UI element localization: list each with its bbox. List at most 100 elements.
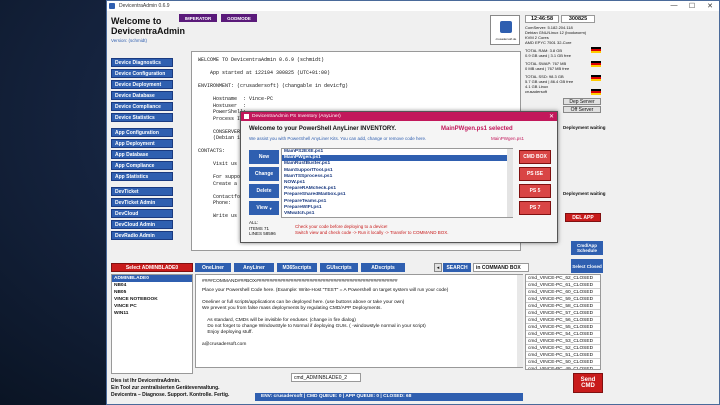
admin-list-item[interactable]: ADMINBLADE0 [112, 275, 192, 282]
search-button[interactable]: SEARCH [443, 263, 471, 272]
send-cmd-button[interactable]: Send CMD [573, 373, 603, 393]
script-list-item[interactable]: VMwatch.ps1 [282, 211, 512, 217]
version-label: Version: (schmidt) [111, 38, 148, 43]
sidebar-item-app-database[interactable]: App Database [111, 150, 173, 159]
dep-server-button[interactable]: Dep Server [563, 98, 601, 105]
footer-line: Ein Tool zur zentralisierten Geräteverwa… [111, 385, 220, 391]
clock-display: 12:46:58 [525, 15, 559, 23]
sidebar-item-devcloud-admin[interactable]: DevCloud Admin [111, 220, 173, 229]
close-icon[interactable]: ✕ [701, 2, 719, 10]
closed-list-item[interactable]: cmd_VINCE-PC_54_CLOSED [526, 331, 600, 338]
flag-icon [591, 61, 601, 67]
sidebar-item-app-configuration[interactable]: App Configuration [111, 128, 173, 137]
app-title-line1: Welcome to [111, 16, 162, 26]
script-list[interactable]: MainPS2EXE.ps1 MainPWgen.ps1 MainRustBuste… [281, 148, 513, 218]
admin-list-item[interactable]: VINCE NOTEBOOK [112, 296, 192, 303]
dialog-close-icon[interactable]: ✕ [549, 113, 554, 120]
closed-list-item[interactable]: cmd_VINCE-PC_52_CLOSED [526, 345, 600, 352]
ps5-button[interactable]: PS 5 [519, 184, 551, 198]
closed-list-item[interactable]: cmd_VINCE-PC_55_CLOSED [526, 324, 600, 331]
tab-oneliner[interactable]: OneLiner [195, 263, 231, 272]
flag-icon [591, 75, 601, 81]
tab-guiscripts[interactable]: GUIscripts [320, 263, 358, 272]
stats-lines: LINES 58596 [249, 231, 276, 236]
cmd-app-schedule-button[interactable]: Cmd/App Schedule [571, 241, 603, 255]
sidebar-item-device-diagnostics[interactable]: Device Diagnostics [111, 58, 173, 67]
ps-ise-button[interactable]: PS ISE [519, 167, 551, 181]
search-input[interactable]: in COMMAND BOX [473, 263, 529, 272]
dialog-stats: ALL: ITEMS 71 LINES 58596 [249, 220, 276, 237]
script-list-scrollbar[interactable] [507, 149, 513, 217]
closed-list-item[interactable]: cmd_VINCE-PC_62_CLOSED [526, 275, 600, 282]
closed-list-item[interactable]: cmd_VINCE-PC_49_CLOSED [526, 366, 600, 369]
footer-text: Dies ist Ihr DevicentraAdmin. Ein Tool z… [111, 378, 229, 399]
tab-anyliner[interactable]: AnyLiner [234, 263, 274, 272]
new-button[interactable]: New [249, 150, 279, 164]
dialog-subtitle: We assist you with PowerShell AnyLiner K… [249, 136, 427, 141]
select-admin-button[interactable]: Select ADMINBLADE0 [111, 263, 193, 272]
tab-m365scripts[interactable]: M365scripts [277, 263, 317, 272]
dialog-selected-small: MainPWgen.ps1 [491, 136, 525, 141]
change-button[interactable]: Change [249, 167, 279, 181]
closed-list-item[interactable]: cmd_VINCE-PC_60_CLOSED [526, 289, 600, 296]
hint-line: Switch view and check code -> Run it loc… [295, 230, 449, 235]
app-icon [109, 3, 115, 9]
cmd-admin-label: cmd_ADMINBLADE0_2 [291, 373, 361, 382]
sidebar-item-device-deployment[interactable]: Device Deployment [111, 80, 173, 89]
cmd-box-button[interactable]: CMD BOX [519, 150, 551, 164]
delete-button[interactable]: Delete [249, 184, 279, 198]
window-title: DevicentraAdmin 0.6.9 [119, 3, 170, 9]
deployment-waiting-label: Deployment waiting [563, 191, 606, 196]
closed-list-item[interactable]: cmd_VINCE-PC_58_CLOSED [526, 303, 600, 310]
tab-adscripts[interactable]: ADscripts [361, 263, 405, 272]
sidebar-item-devticket-admin[interactable]: DevTicket Admin [111, 198, 173, 207]
closed-list-item[interactable]: cmd_VINCE-PC_61_CLOSED [526, 282, 600, 289]
admin-list-item[interactable]: NB04 [112, 282, 192, 289]
view-button[interactable]: View ▾ [249, 201, 279, 215]
closed-list-item[interactable]: cmd_VINCE-PC_56_CLOSED [526, 317, 600, 324]
command-box-scrollbar[interactable] [517, 275, 523, 367]
admin-list-item[interactable]: NB05 [112, 289, 192, 296]
company-logo: crusadersoft.de [490, 15, 520, 45]
footer-line: Devicentra – Diagnose. Support. Kontroll… [111, 392, 230, 398]
sidebar-item-device-statistics[interactable]: Device Statistics [111, 113, 173, 122]
dialog-hint: Check your code before deploying to a de… [295, 224, 449, 236]
closed-list-item[interactable]: cmd_VINCE-PC_51_CLOSED [526, 352, 600, 359]
closed-list-item[interactable]: cmd_VINCE-PC_50_CLOSED [526, 359, 600, 366]
dialog-title: DevicentraAdmin PS Inventory (AnyLiner) [252, 114, 341, 119]
sidebar-item-devticket[interactable]: DevTicket [111, 187, 173, 196]
closed-list-item[interactable]: cmd_VINCE-PC_59_CLOSED [526, 296, 600, 303]
sidebar-item-devcloud[interactable]: DevCloud [111, 209, 173, 218]
scroll-left-button[interactable]: ◂ [434, 263, 442, 272]
flag-icon [591, 89, 601, 95]
closed-list-item[interactable]: cmd_VINCE-PC_53_CLOSED [526, 338, 600, 345]
del-app-button[interactable]: DEL APP [565, 213, 601, 222]
command-box[interactable]: ####COMMAND###BOX#######################… [195, 274, 523, 368]
admin-list[interactable]: ADMINBLADE0 NB04 NB05 VINCE NOTEBOOK VINCE P… [111, 274, 193, 374]
app-title-line2: DevicentraAdmin [111, 26, 186, 36]
closed-list[interactable]: cmd_VINCE-PC_62_CLOSED cmd_VINCE-PC_61_CL… [525, 274, 601, 370]
footer-line: Dies ist Ihr DevicentraAdmin. [111, 378, 181, 384]
sidebar-item-device-database[interactable]: Device Database [111, 91, 173, 100]
chevron-down-icon: ▾ [269, 205, 272, 211]
desktop-background [0, 0, 106, 405]
sidebar-item-device-configuration[interactable]: Device Configuration [111, 69, 173, 78]
imperator-button[interactable]: IMPERATOR [179, 14, 217, 22]
select-closed-button[interactable]: Select Closed [571, 259, 603, 273]
sidebar-item-device-compliance[interactable]: Device Compliance [111, 102, 173, 111]
sidebar-item-app-statistics[interactable]: App Statistics [111, 172, 173, 181]
sidebar-item-app-deployment[interactable]: App Deployment [111, 139, 173, 148]
flag-icon [591, 47, 601, 53]
sidebar-item-app-compliance[interactable]: App Compliance [111, 161, 173, 170]
off-server-button[interactable]: Off Server [563, 106, 601, 113]
dialog-welcome: Welcome to your PowerShell AnyLiner INVE… [249, 126, 397, 132]
admin-list-item[interactable]: VINCE PC [112, 303, 192, 310]
admin-list-item[interactable]: WIN11 [112, 310, 192, 317]
sidebar-item-devradio-admin[interactable]: DevRadio Admin [111, 231, 173, 240]
deployment-waiting-label: Deployment waiting [563, 125, 606, 130]
minimize-icon[interactable]: — [665, 2, 683, 10]
godmode-button[interactable]: GODMODE [221, 14, 257, 22]
closed-list-item[interactable]: cmd_VINCE-PC_57_CLOSED [526, 310, 600, 317]
ps7-button[interactable]: PS 7 [519, 201, 551, 215]
maximize-icon[interactable]: ☐ [683, 2, 701, 10]
